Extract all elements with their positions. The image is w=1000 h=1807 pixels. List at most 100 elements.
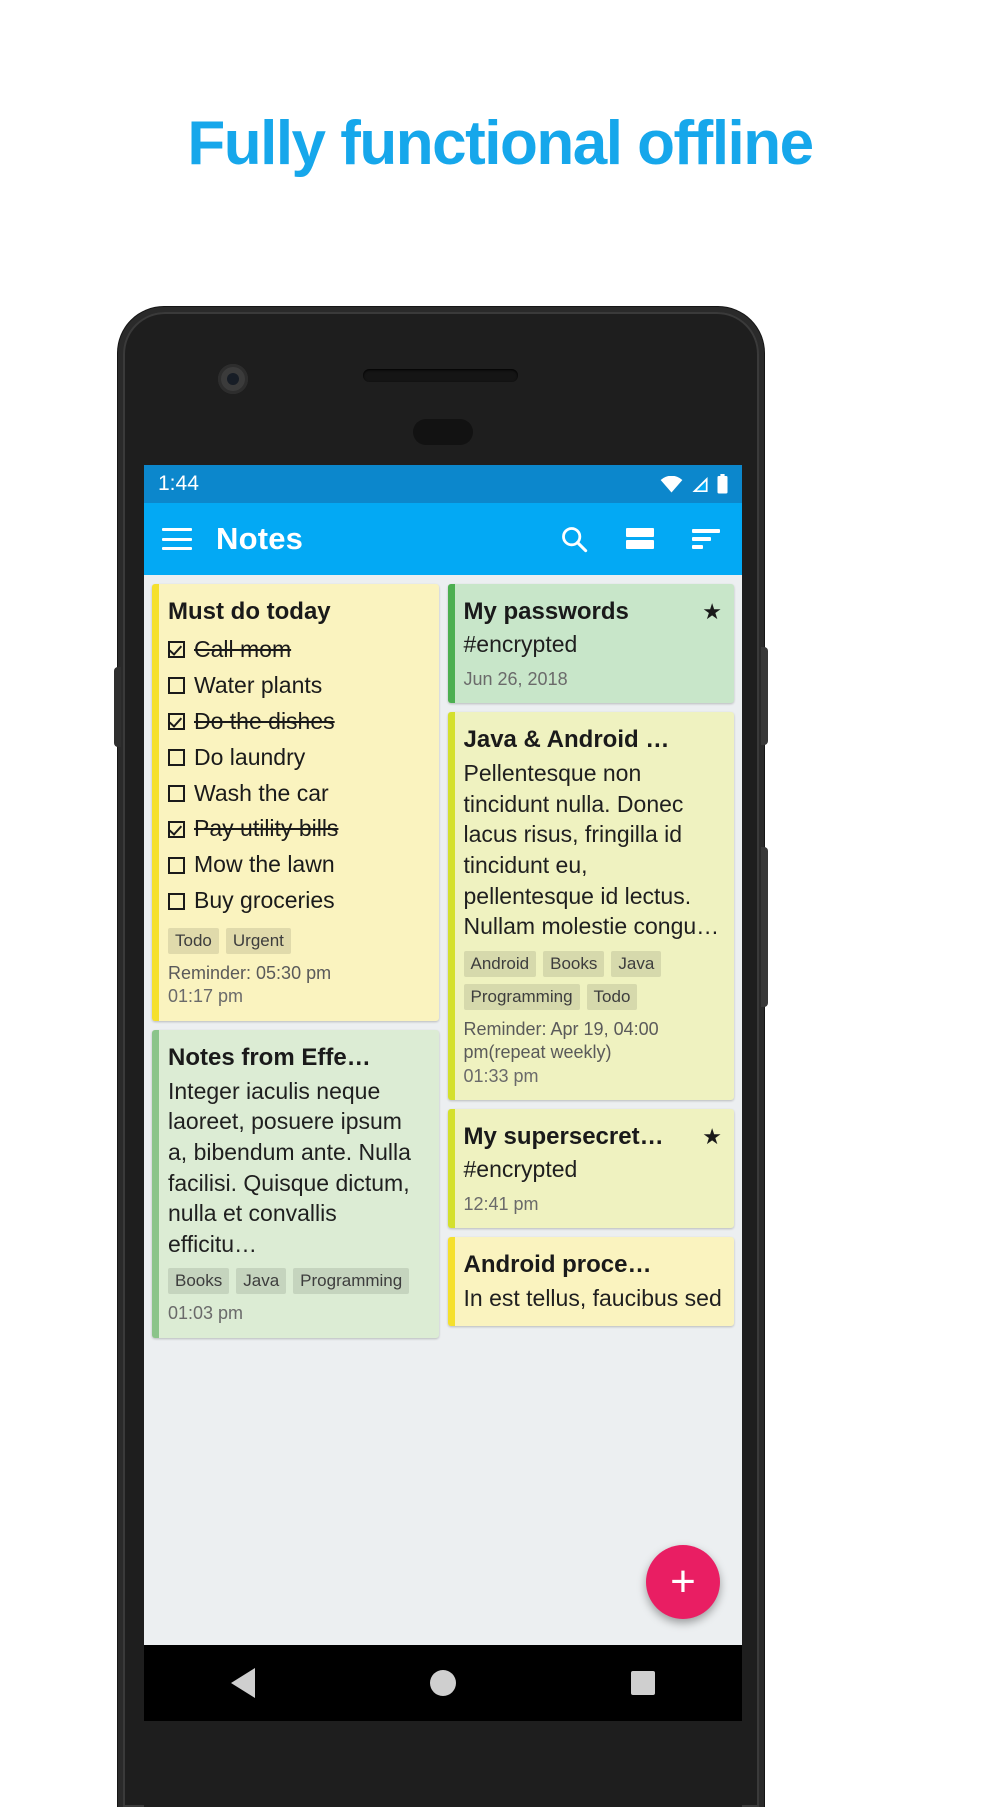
checkbox-icon[interactable] [168, 749, 185, 767]
note-title-row: Android proce… [464, 1251, 723, 1283]
app-bar: Notes [144, 503, 742, 575]
notes-column-left: Must do today Call mom Water plants Do t… [152, 584, 439, 1338]
note-title-row: My passwords ★ [464, 598, 723, 630]
note-checklist: Call mom Water plants Do the dishes Do l… [168, 632, 427, 919]
note-tag[interactable]: Books [543, 950, 605, 977]
note-tag[interactable]: Todo [168, 928, 219, 954]
note-meta: 01:03 pm [168, 1302, 427, 1325]
note-body: Pellentesque non tincidunt nulla. Donec … [463, 760, 720, 940]
home-circle-icon[interactable] [429, 1670, 456, 1696]
note-title-row: My supersecret… ★ [464, 1123, 723, 1155]
note-tag[interactable]: Java [236, 1268, 287, 1295]
note-date: 12:41 pm [463, 1193, 539, 1214]
note-reminder: Reminder: 05:30 pm [168, 963, 332, 983]
checkbox-icon[interactable] [168, 892, 185, 910]
note-accent-bar [447, 1108, 455, 1229]
checkbox-icon[interactable] [168, 856, 185, 874]
checklist-item[interactable]: Call mom [168, 632, 427, 668]
note-tag[interactable]: Books [168, 1268, 230, 1295]
note-tag[interactable]: Android [463, 950, 537, 977]
plus-icon: + [670, 1557, 696, 1606]
note-tag[interactable]: Programming [293, 1268, 410, 1295]
note-card-my-passwords[interactable]: My passwords ★ #encrypted Jun 26, 2018 [447, 584, 734, 704]
app-bar-actions [560, 525, 724, 553]
note-body: Integer iaculis neque laoreet, posuere i… [168, 1077, 411, 1257]
note-title: Notes from Effe… [168, 1043, 371, 1071]
status-bar-icons [660, 474, 728, 494]
notes-column-right: My passwords ★ #encrypted Jun 26, 2018 J… [447, 584, 734, 1326]
volume-button[interactable] [761, 847, 768, 1007]
checkbox-icon[interactable] [168, 784, 185, 802]
note-title-row: Must do today [168, 598, 427, 630]
phone-bottom-bezel [144, 1721, 742, 1807]
checklist-item-label: Mow the lawn [194, 851, 335, 878]
note-reminder: Reminder: Apr 19, 04:00 pm(repeat weekly… [463, 1018, 659, 1063]
checklist-item-label: Buy groceries [194, 887, 335, 914]
checklist-item[interactable]: Pay utility bills [168, 811, 427, 847]
signal-icon [692, 476, 708, 492]
note-tag[interactable]: Todo [586, 983, 638, 1010]
checkbox-checked-icon[interactable] [168, 713, 185, 731]
checkbox-checked-icon[interactable] [168, 820, 185, 838]
star-icon[interactable]: ★ [702, 601, 722, 623]
note-accent-bar [447, 712, 455, 1100]
earpiece-speaker [363, 369, 518, 382]
note-title: Must do today [168, 598, 331, 625]
note-body: #encrypted [463, 1155, 578, 1182]
star-icon[interactable]: ★ [702, 1125, 722, 1148]
note-title: Java & Android … [463, 726, 670, 754]
note-meta: Reminder: Apr 19, 04:00 pm(repeat weekly… [464, 1018, 723, 1088]
notes-grid: Must do today Call mom Water plants Do t… [144, 575, 742, 1645]
checklist-item[interactable]: Water plants [168, 668, 427, 704]
status-bar: 1:44 [144, 465, 742, 503]
note-date: 01:33 pm [463, 1065, 539, 1086]
status-bar-clock: 1:44 [158, 472, 199, 495]
battery-icon [717, 474, 728, 494]
note-card-notes-from-effective-java[interactable]: Notes from Effe… Integer iaculis neque l… [152, 1029, 439, 1338]
note-tags: Android Books Java Programming Todo [463, 950, 723, 1010]
app-bar-title: Notes [216, 521, 304, 556]
list-view-icon[interactable] [626, 528, 654, 550]
note-title: My supersecret… [463, 1122, 664, 1150]
page-title: Fully functional offline [187, 109, 814, 178]
note-meta: 12:41 pm [464, 1193, 723, 1216]
checklist-item[interactable]: Do laundry [168, 740, 427, 776]
checkbox-checked-icon[interactable] [168, 641, 185, 659]
search-icon[interactable] [560, 525, 588, 553]
checkbox-icon[interactable] [168, 677, 185, 695]
back-triangle-icon[interactable] [231, 1668, 256, 1698]
phone-mockup: 1:44 Notes Must do today Call mom Water … [114, 307, 768, 1807]
note-card-java-and-android[interactable]: Java & Android … Pellentesque non tincid… [447, 712, 734, 1100]
sort-icon[interactable] [692, 529, 720, 549]
hamburger-menu-icon[interactable] [162, 528, 192, 550]
note-title-row: Notes from Effe… [168, 1044, 427, 1076]
add-note-fab[interactable]: + [646, 1545, 720, 1619]
note-title: My passwords [463, 598, 629, 625]
checklist-item[interactable]: Do the dishes [168, 704, 427, 740]
checklist-item-label: Wash the car [194, 779, 329, 806]
note-accent-bar [447, 1237, 455, 1326]
note-tag[interactable]: Programming [463, 983, 580, 1010]
side-button-left[interactable] [114, 667, 121, 747]
checklist-item[interactable]: Mow the lawn [168, 847, 427, 883]
checklist-item[interactable]: Buy groceries [168, 883, 427, 919]
note-title-row: Java & Android … [464, 726, 723, 758]
checklist-item[interactable]: Wash the car [168, 776, 427, 812]
phone-screen: 1:44 Notes Must do today Call mom Water … [144, 465, 742, 1645]
note-body: #encrypted [463, 631, 578, 657]
note-tag[interactable]: Urgent [225, 928, 291, 954]
note-date: 01:03 pm [168, 1303, 244, 1324]
sensor-pill [413, 419, 473, 445]
note-meta: Reminder: 05:30 pm 01:17 pm [168, 962, 427, 1009]
power-button[interactable] [761, 647, 768, 745]
front-camera-icon [218, 364, 248, 394]
note-tag[interactable]: Java [611, 950, 662, 977]
note-body: In est tellus, faucibus sed [463, 1285, 722, 1312]
note-card-android-processes[interactable]: Android proce… In est tellus, faucibus s… [447, 1237, 734, 1326]
note-card-my-supersecret[interactable]: My supersecret… ★ #encrypted 12:41 pm [447, 1108, 734, 1229]
note-accent-bar [152, 584, 159, 1021]
recents-square-icon[interactable] [630, 1671, 655, 1695]
note-card-must-do-today[interactable]: Must do today Call mom Water plants Do t… [152, 584, 439, 1021]
note-tags: Books Java Programming [168, 1268, 427, 1295]
checklist-item-label: Call mom [194, 636, 292, 662]
